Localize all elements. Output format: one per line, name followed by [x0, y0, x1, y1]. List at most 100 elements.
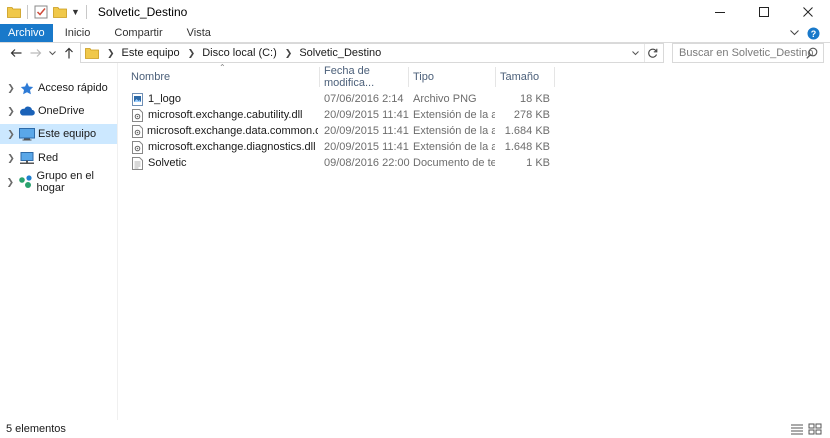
file-name[interactable]: microsoft.exchange.cabutility.dll — [148, 109, 302, 121]
nav-item-grupo-en-el-hogar[interactable]: ❯ Grupo en el hogar — [0, 170, 117, 194]
address-bar[interactable]: ❯ Este equipo ❯ Disco local (C:) ❯ Solve… — [80, 43, 664, 63]
breadcrumb-este-equipo[interactable]: Este equipo — [122, 47, 180, 59]
recent-locations-chevron-icon[interactable] — [44, 44, 60, 62]
nav-item-este-equipo[interactable]: ❯ Este equipo — [0, 124, 117, 144]
breadcrumb-separator-icon[interactable]: ❯ — [285, 48, 293, 59]
homegroup-icon — [18, 175, 34, 189]
breadcrumb-disco-local[interactable]: Disco local (C:) — [202, 47, 277, 59]
expand-chevron-icon[interactable]: ❯ — [3, 153, 19, 164]
refresh-icon[interactable] — [644, 44, 660, 62]
column-header-type[interactable]: Tipo — [409, 67, 495, 87]
file-type: Extensión de la apl... — [413, 125, 495, 137]
item-count: 5 elementos — [6, 423, 66, 435]
maximize-icon[interactable] — [742, 0, 786, 24]
cloud-icon — [19, 104, 35, 118]
table-row[interactable]: 1_logo 07/06/2016 2:14 Archivo PNG 18 KB — [118, 91, 830, 107]
close-icon[interactable] — [786, 0, 830, 24]
address-row: ❯ Este equipo ❯ Disco local (C:) ❯ Solve… — [0, 43, 830, 63]
file-type: Extensión de la apl... — [413, 141, 495, 153]
file-size: 18 KB — [520, 93, 550, 105]
network-icon — [19, 151, 35, 165]
expand-chevron-icon[interactable]: ❯ — [3, 177, 18, 188]
back-arrow-icon[interactable] — [8, 44, 24, 62]
expand-chevron-icon[interactable]: ❯ — [3, 106, 19, 117]
search-icon[interactable] — [806, 47, 818, 59]
forward-arrow-icon[interactable] — [28, 44, 44, 62]
file-list: ⌃ Nombre Fecha de modifica... Tipo Tamañ… — [118, 63, 830, 420]
dll-file-icon — [132, 140, 144, 154]
search-placeholder: Buscar en Solvetic_Destino — [679, 47, 814, 59]
nav-item-label: Red — [38, 152, 59, 164]
file-date: 20/09/2015 11:41 — [324, 141, 409, 153]
breadcrumb-solvetic-destino[interactable]: Solvetic_Destino — [299, 47, 381, 59]
file-date: 09/08/2016 22:00 — [324, 157, 410, 169]
navigation-pane: ❯ Acceso rápido ❯ OneDrive ❯ Este equipo… — [0, 63, 118, 420]
minimize-icon[interactable] — [698, 0, 742, 24]
view-buttons — [786, 423, 822, 435]
nav-item-onedrive[interactable]: ❯ OneDrive — [0, 101, 117, 121]
nav-item-acceso-rapido[interactable]: ❯ Acceso rápido — [0, 78, 117, 98]
file-date: 20/09/2015 11:41 — [324, 125, 409, 137]
expand-chevron-icon[interactable]: ❯ — [3, 83, 19, 94]
toolbar-divider — [27, 5, 28, 19]
large-icons-view-icon[interactable] — [808, 423, 822, 435]
dll-file-icon — [132, 124, 143, 138]
dll-file-icon — [132, 108, 144, 122]
status-bar: 5 elementos — [0, 420, 830, 438]
star-icon — [19, 81, 35, 95]
tab-vista[interactable]: Vista — [175, 24, 223, 42]
address-history-chevron-icon[interactable] — [629, 44, 641, 62]
nav-item-label: Este equipo — [38, 128, 97, 140]
ribbon-tabs: Archivo Inicio Compartir Vista ? — [0, 24, 830, 43]
help-icon[interactable]: ? — [806, 26, 820, 40]
window-title: Solvetic_Destino — [97, 5, 188, 19]
toolbar-divider — [85, 5, 87, 19]
column-header-size[interactable]: Tamaño — [496, 67, 554, 87]
new-folder-icon[interactable] — [52, 4, 68, 20]
text-file-icon — [132, 156, 144, 170]
expand-ribbon-chevron-icon[interactable] — [788, 26, 800, 40]
folder-icon — [85, 46, 99, 60]
file-size: 1 KB — [526, 157, 550, 169]
tab-compartir[interactable]: Compartir — [102, 24, 174, 42]
tab-inicio[interactable]: Inicio — [53, 24, 103, 42]
tab-archivo[interactable]: Archivo — [0, 24, 53, 42]
file-name[interactable]: microsoft.exchange.diagnostics.dll — [148, 141, 316, 153]
breadcrumb: ❯ Este equipo ❯ Disco local (C:) ❯ Solve… — [99, 47, 381, 59]
table-row[interactable]: microsoft.exchange.data.common.dll 20/09… — [118, 123, 830, 139]
file-name[interactable]: Solvetic — [148, 157, 187, 169]
customize-toolbar-chevron-icon[interactable]: ▼ — [71, 7, 80, 17]
nav-item-label: OneDrive — [38, 105, 85, 117]
quick-access-toolbar: ▼ — [0, 0, 92, 24]
table-row[interactable]: microsoft.exchange.cabutility.dll 20/09/… — [118, 107, 830, 123]
computer-icon — [19, 127, 35, 141]
folder-icon — [6, 4, 22, 20]
table-row[interactable]: microsoft.exchange.diagnostics.dll 20/09… — [118, 139, 830, 155]
nav-item-red[interactable]: ❯ Red — [0, 148, 117, 168]
details-view-icon[interactable] — [790, 423, 804, 435]
file-type: Extensión de la apl... — [413, 109, 495, 121]
nav-item-label: Acceso rápido — [38, 82, 108, 94]
column-divider[interactable] — [554, 67, 555, 87]
breadcrumb-separator-icon[interactable]: ❯ — [188, 48, 196, 59]
image-file-icon — [132, 92, 144, 106]
file-size: 278 KB — [513, 109, 550, 121]
window-controls — [698, 0, 830, 24]
file-name[interactable]: 1_logo — [148, 93, 181, 105]
file-type: Archivo PNG — [413, 93, 477, 105]
nav-item-label: Grupo en el hogar — [36, 170, 94, 194]
svg-text:?: ? — [810, 29, 816, 39]
column-header-name[interactable]: Nombre — [127, 67, 319, 87]
file-name[interactable]: microsoft.exchange.data.common.dll — [147, 125, 318, 137]
file-date: 20/09/2015 11:41 — [324, 109, 409, 121]
properties-check-icon[interactable] — [33, 4, 49, 20]
title-bar: ▼ Solvetic_Destino — [0, 0, 830, 24]
table-row[interactable]: Solvetic 09/08/2016 22:00 Documento de t… — [118, 155, 830, 171]
expand-chevron-icon[interactable]: ❯ — [3, 129, 19, 140]
file-type: Documento de tex... — [413, 157, 495, 169]
search-input[interactable]: Buscar en Solvetic_Destino — [672, 43, 824, 63]
file-size: 1.684 KB — [504, 125, 550, 137]
breadcrumb-separator-icon[interactable]: ❯ — [107, 48, 115, 59]
column-header-date[interactable]: Fecha de modifica... — [320, 65, 408, 89]
up-arrow-icon[interactable] — [61, 44, 77, 62]
